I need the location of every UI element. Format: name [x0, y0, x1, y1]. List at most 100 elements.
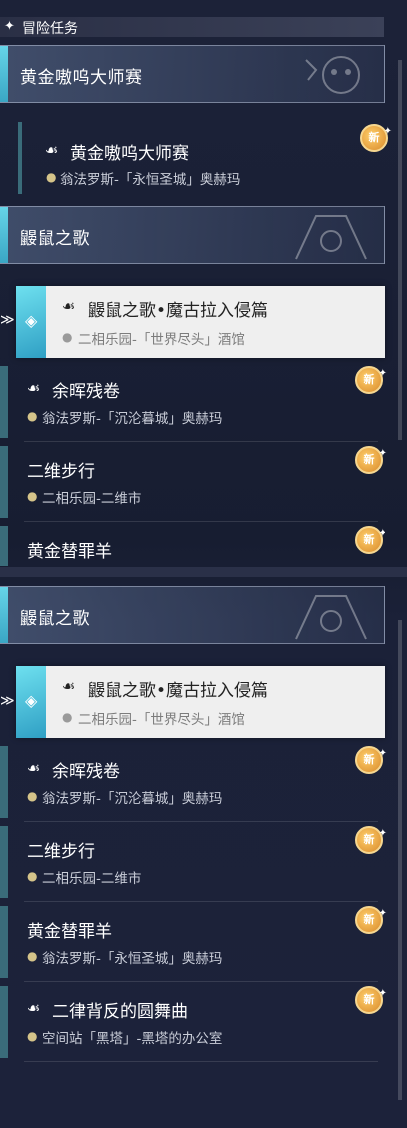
group-name: 鼹鼠之歌: [20, 609, 90, 629]
new-badge: 新 ✦: [355, 366, 387, 394]
quest-location: 翁法罗斯-「沉沦暮城」奥赫玛: [42, 411, 223, 427]
item-side-bar: [0, 446, 8, 518]
sparkle-icon: ✦: [378, 988, 387, 999]
mascot-emblem-icon: [305, 56, 360, 94]
quest-title: 二维步行: [27, 842, 95, 862]
item-side-bar: [0, 746, 8, 818]
scrollbar[interactable]: [398, 60, 402, 440]
item-side-bar: [0, 906, 8, 978]
sparkle-icon: ✦: [378, 368, 387, 379]
location-pin-icon: ●: [27, 869, 38, 883]
quest-item[interactable]: ☙ 余晖残卷 ● 翁法罗斯-「沉沦暮城」奥赫玛 新 ✦: [0, 746, 387, 824]
new-badge: 新 ✦: [355, 906, 387, 934]
group-name: 黄金嗷呜大师赛: [20, 68, 143, 88]
quest-ribbon-icon: ☙: [62, 297, 76, 315]
quest-ribbon-icon: ☙: [27, 999, 41, 1017]
new-badge-label: 新: [368, 131, 380, 144]
quest-title: 二律背反的圆舞曲: [52, 1002, 188, 1022]
location-pin-icon: ●: [27, 949, 38, 963]
sparkle-icon: ✦: [378, 528, 385, 539]
quest-group-header[interactable]: 鼹鼠之歌: [0, 206, 385, 264]
quest-location: 翁法罗斯-「永恒圣城」奥赫玛: [42, 951, 223, 967]
quest-location: 二相乐园-「世界尽头」酒馆: [78, 712, 245, 728]
location-pin-icon: ●: [46, 170, 57, 184]
quest-title: 黄金替罪羊: [27, 542, 112, 562]
panel-separator: [0, 567, 407, 577]
quest-item-selected[interactable]: ◈ ☙ 鼹鼠之歌•魔古拉入侵篇 ● 二相乐园-「世界尽头」酒馆: [16, 286, 385, 358]
item-side-bar: [18, 122, 22, 194]
selection-arrow-icon: ≫: [0, 693, 15, 709]
scrollbar[interactable]: [398, 620, 402, 1100]
sparkle-icon: ✦: [383, 126, 392, 137]
quest-title: 鼹鼠之歌•魔古拉入侵篇: [88, 681, 269, 701]
item-divider: [24, 521, 378, 522]
new-badge: 新 ✦: [355, 446, 387, 474]
item-side-bar: [0, 366, 8, 438]
location-pin-icon: ●: [27, 409, 38, 423]
quest-title: 黄金嗷呜大师赛: [70, 144, 189, 164]
new-badge-label: 新: [363, 993, 375, 1006]
new-badge: 新 ✦: [355, 526, 385, 554]
quest-item-partial[interactable]: 黄金替罪羊 新 ✦: [0, 526, 385, 566]
quest-item[interactable]: ☙ 二律背反的圆舞曲 ● 空间站「黑塔」-黑塔的办公室 新 ✦: [0, 986, 387, 1064]
quest-location: 二相乐园-二维市: [42, 871, 142, 887]
location-pin-icon: ●: [27, 1029, 38, 1043]
quest-location: 空间站「黑塔」-黑塔的办公室: [42, 1031, 223, 1047]
item-side-bar: [0, 526, 8, 566]
selection-arrow-icon: ≫: [0, 312, 15, 328]
sparkle-icon: ✦: [378, 908, 387, 919]
group-accent: [0, 207, 8, 263]
new-badge-label: 新: [363, 533, 375, 546]
item-divider: [24, 821, 378, 822]
location-pin-icon: ●: [27, 489, 38, 503]
group-name: 鼹鼠之歌: [20, 229, 90, 249]
quest-item[interactable]: 二维步行 ● 二相乐园-二维市 新 ✦: [0, 826, 387, 904]
item-divider: [24, 441, 378, 442]
quest-title: 余晖残卷: [52, 762, 120, 782]
item-side-bar: [0, 826, 8, 898]
header-diamond-icon: ✦: [4, 19, 15, 34]
new-badge: 新 ✦: [355, 826, 387, 854]
location-pin-icon: ●: [27, 789, 38, 803]
quest-location: 二相乐园-二维市: [42, 491, 142, 507]
quest-title: 二维步行: [27, 462, 95, 482]
group-accent: [0, 46, 8, 102]
location-pin-icon: ●: [62, 710, 73, 724]
quest-item[interactable]: ☙ 黄金嗷呜大师赛 ● 翁法罗斯-「永恒圣城」奥赫玛 新 ✦: [0, 122, 392, 200]
item-divider: [24, 981, 378, 982]
group-accent: [0, 587, 8, 643]
quest-title: 鼹鼠之歌•魔古拉入侵篇: [88, 301, 269, 321]
new-badge-label: 新: [363, 753, 375, 766]
quest-ribbon-icon: ☙: [62, 677, 76, 695]
quest-item[interactable]: 黄金替罪羊 ● 翁法罗斯-「永恒圣城」奥赫玛 新 ✦: [0, 906, 387, 984]
quest-location: 翁法罗斯-「沉沦暮城」奥赫玛: [42, 791, 223, 807]
quest-location: 二相乐园-「世界尽头」酒馆: [78, 332, 245, 348]
quest-ribbon-icon: ☙: [27, 379, 41, 397]
location-pin-icon: ●: [62, 330, 73, 344]
sparkle-icon: ✦: [378, 448, 387, 459]
diamond-icon: ◈: [25, 691, 38, 710]
quest-item[interactable]: 二维步行 ● 二相乐园-二维市 新 ✦: [0, 446, 387, 524]
new-badge-label: 新: [363, 913, 375, 926]
new-badge-label: 新: [363, 453, 375, 466]
quest-ribbon-icon: ☙: [27, 759, 41, 777]
quest-ribbon-icon: ☙: [45, 141, 59, 159]
sparkle-icon: ✦: [378, 828, 387, 839]
quest-title: 余晖残卷: [52, 382, 120, 402]
new-badge-label: 新: [363, 373, 375, 386]
quest-group-header[interactable]: 鼹鼠之歌: [0, 586, 385, 644]
section-header: ✦ 冒险任务: [0, 17, 384, 37]
new-badge: 新 ✦: [355, 746, 387, 774]
item-divider: [24, 901, 378, 902]
quest-item-selected[interactable]: ◈ ☙ 鼹鼠之歌•魔古拉入侵篇 ● 二相乐园-「世界尽头」酒馆: [16, 666, 385, 738]
new-badge: 新 ✦: [360, 124, 392, 152]
sparkle-icon: ✦: [378, 748, 387, 759]
quest-item[interactable]: ☙ 余晖残卷 ● 翁法罗斯-「沉沦暮城」奥赫玛 新 ✦: [0, 366, 387, 444]
item-side-bar: [0, 986, 8, 1058]
new-badge-label: 新: [363, 833, 375, 846]
quest-group-header[interactable]: 黄金嗷呜大师赛: [0, 45, 385, 103]
crest-emblem-icon: [295, 215, 367, 260]
section-title: 冒险任务: [22, 21, 78, 37]
quest-location: 翁法罗斯-「永恒圣城」奥赫玛: [60, 172, 241, 188]
item-divider: [24, 1061, 378, 1062]
